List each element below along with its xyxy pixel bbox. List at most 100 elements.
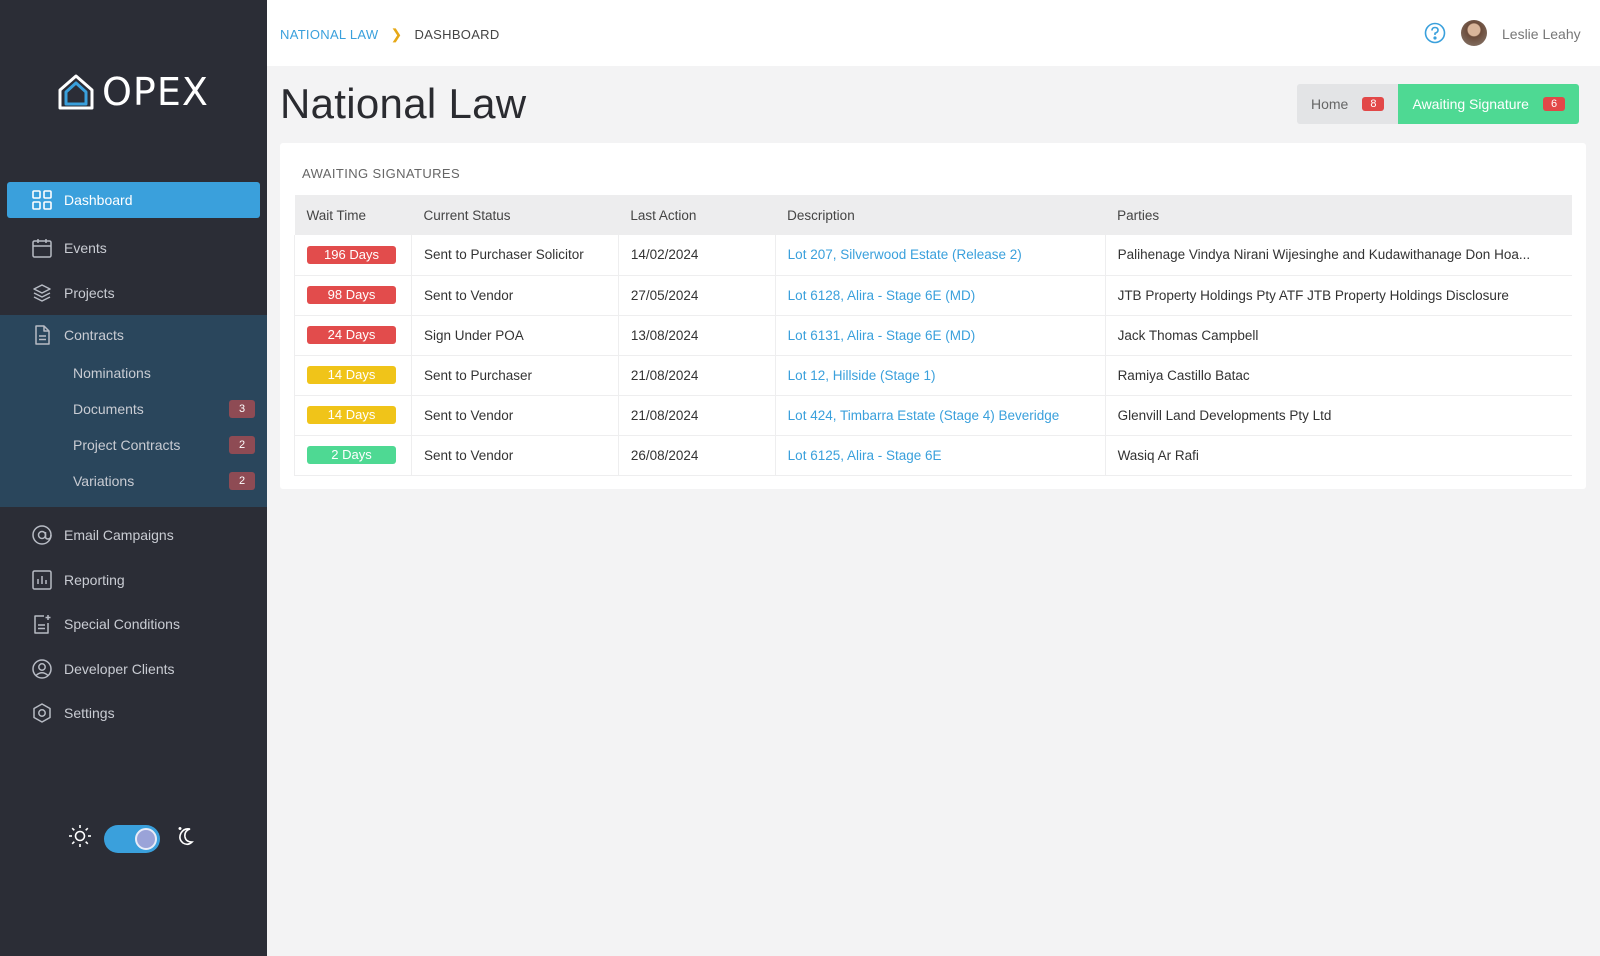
column-header[interactable]: Current Status [411,195,618,235]
breadcrumb-link[interactable]: NATIONAL LAW [280,27,378,42]
table-row[interactable]: 14 Days Sent to Vendor 21/08/2024 Lot 42… [294,395,1572,436]
sidebar-item-contracts[interactable]: Contracts [0,315,267,355]
sidebar-item-developer-clients[interactable]: Developer Clients [0,647,267,692]
sidebar-item-label: Dashboard [64,192,133,208]
at-sign-icon [30,523,54,547]
last-action-cell: 27/05/2024 [618,275,776,316]
sun-icon [68,824,92,853]
count-badge: 6 [1542,97,1566,111]
house-logo-icon [58,74,94,110]
sidebar-subitem-label: Variations [73,473,135,489]
sidebar-item-label: Settings [64,705,115,722]
theme-toggle [68,824,198,853]
theme-switch[interactable] [104,824,160,853]
parties-cell: Glenvill Land Developments Pty Ltd [1105,395,1572,436]
sidebar-item-projects[interactable]: Projects [0,271,267,316]
user-circle-icon [30,657,54,681]
column-header[interactable]: Parties [1105,195,1572,235]
wait-time-cell: 14 Days [294,355,412,396]
tab-awaiting-signature[interactable]: Awaiting Signature 6 [1398,84,1580,124]
sidebar-subitem-label: Nominations [73,365,151,381]
help-icon[interactable] [1424,22,1446,49]
parties-cell: Jack Thomas Campbell [1105,315,1572,356]
sidebar-item-label: Developer Clients [64,660,175,677]
table-row[interactable]: 14 Days Sent to Purchaser 21/08/2024 Lot… [294,355,1572,396]
parties-cell: JTB Property Holdings Pty ATF JTB Proper… [1105,275,1572,316]
parties-cell: Wasiq Ar Rafi [1105,435,1572,476]
column-header[interactable]: Description [775,195,1105,235]
parties-cell: Palihenage Vindya Nirani Wijesinghe and … [1105,235,1572,276]
sidebar-item-events[interactable]: Events [0,226,267,271]
last-action-cell: 26/08/2024 [618,435,776,476]
description-link[interactable]: Lot 6131, Alira - Stage 6E (MD) [788,328,976,343]
column-header[interactable]: Last Action [618,195,775,235]
document-icon [30,323,54,347]
layers-icon [30,281,54,305]
status-cell: Sent to Purchaser [411,355,619,396]
last-action-cell: 21/08/2024 [618,355,776,396]
description-link[interactable]: Lot 12, Hillside (Stage 1) [788,368,936,383]
count-badge: 2 [229,436,255,454]
status-cell: Sent to Vendor [411,275,619,316]
status-cell: Sent to Purchaser Solicitor [411,235,619,276]
wait-time-badge: 14 Days [307,366,396,384]
chevron-right-icon: ❯ [390,26,403,42]
description-link[interactable]: Lot 6128, Alira - Stage 6E (MD) [788,288,976,303]
opex-logo[interactable]: OPEX [56,70,209,114]
table-row[interactable]: 24 Days Sign Under POA 13/08/2024 Lot 61… [294,315,1572,356]
top-bar: NATIONAL LAW ❯ DASHBOARD Leslie Leahy [267,0,1600,66]
last-action-cell: 21/08/2024 [618,395,776,436]
sidebar-subitem-nominations[interactable]: Nominations [0,355,267,391]
user-name[interactable]: Leslie Leahy [1502,26,1581,42]
grid-icon [30,188,54,212]
wait-time-badge: 24 Days [307,326,396,344]
sidebar-item-label: Events [64,240,107,257]
contracts-group: Contracts Nominations Documents 3 Projec… [0,315,267,507]
sidebar-subitem-variations[interactable]: Variations 2 [0,463,267,499]
count-badge: 3 [229,400,255,418]
last-action-cell: 14/02/2024 [618,235,776,276]
sidebar-item-email-campaigns[interactable]: Email Campaigns [0,513,267,558]
sidebar-item-dashboard[interactable]: Dashboard [7,182,260,218]
description-cell: Lot 207, Silverwood Estate (Release 2) [775,235,1106,276]
avatar[interactable] [1461,20,1487,46]
description-link[interactable]: Lot 424, Timbarra Estate (Stage 4) Bever… [788,408,1060,423]
bar-chart-icon [30,568,54,592]
tab-label: Home [1311,96,1349,112]
logo-text: OPEX [102,70,209,114]
awaiting-signatures-table: Wait Time Current Status Last Action Des… [294,195,1572,476]
sidebar-item-special-conditions[interactable]: Special Conditions [0,602,267,647]
sidebar-subitem-label: Project Contracts [73,437,181,453]
last-action-cell: 13/08/2024 [618,315,776,356]
sidebar-nav: Dashboard Events Projects Contracts Nomi… [0,182,267,736]
switch-knob [135,827,157,850]
sidebar-item-reporting[interactable]: Reporting [0,558,267,603]
status-cell: Sent to Vendor [411,395,619,436]
card-title: AWAITING SIGNATURES [302,166,461,181]
tab-home[interactable]: Home 8 [1297,84,1399,124]
description-cell: Lot 12, Hillside (Stage 1) [775,355,1106,396]
status-cell: Sign Under POA [411,315,619,356]
wait-time-cell: 2 Days [294,435,412,476]
sidebar-item-label: Special Conditions [64,616,180,633]
table-row[interactable]: 98 Days Sent to Vendor 27/05/2024 Lot 61… [294,275,1572,316]
sidebar-subitem-label: Documents [73,401,144,417]
sidebar: OPEX Dashboard Events Projects Contracts… [0,0,267,956]
description-link[interactable]: Lot 207, Silverwood Estate (Release 2) [788,247,1022,262]
sidebar-item-settings[interactable]: Settings [0,691,267,736]
description-link[interactable]: Lot 6125, Alira - Stage 6E [788,448,942,463]
sidebar-item-label: Contracts [64,327,124,343]
wait-time-badge: 14 Days [307,406,396,424]
column-header[interactable]: Wait Time [295,195,412,235]
awaiting-signatures-card: AWAITING SIGNATURES Wait Time Current St… [280,143,1586,489]
sidebar-subitem-project-contracts[interactable]: Project Contracts 2 [0,427,267,463]
description-cell: Lot 424, Timbarra Estate (Stage 4) Bever… [775,395,1106,436]
sidebar-subitem-documents[interactable]: Documents 3 [0,391,267,427]
sidebar-item-label: Email Campaigns [64,527,174,544]
table-row[interactable]: 2 Days Sent to Vendor 26/08/2024 Lot 612… [294,435,1572,476]
description-cell: Lot 6125, Alira - Stage 6E [775,435,1106,476]
table-row[interactable]: 196 Days Sent to Purchaser Solicitor 14/… [294,235,1572,276]
table-header-row: Wait Time Current Status Last Action Des… [294,195,1572,235]
breadcrumb-current: DASHBOARD [414,27,500,42]
sidebar-item-label: Projects [64,284,115,301]
